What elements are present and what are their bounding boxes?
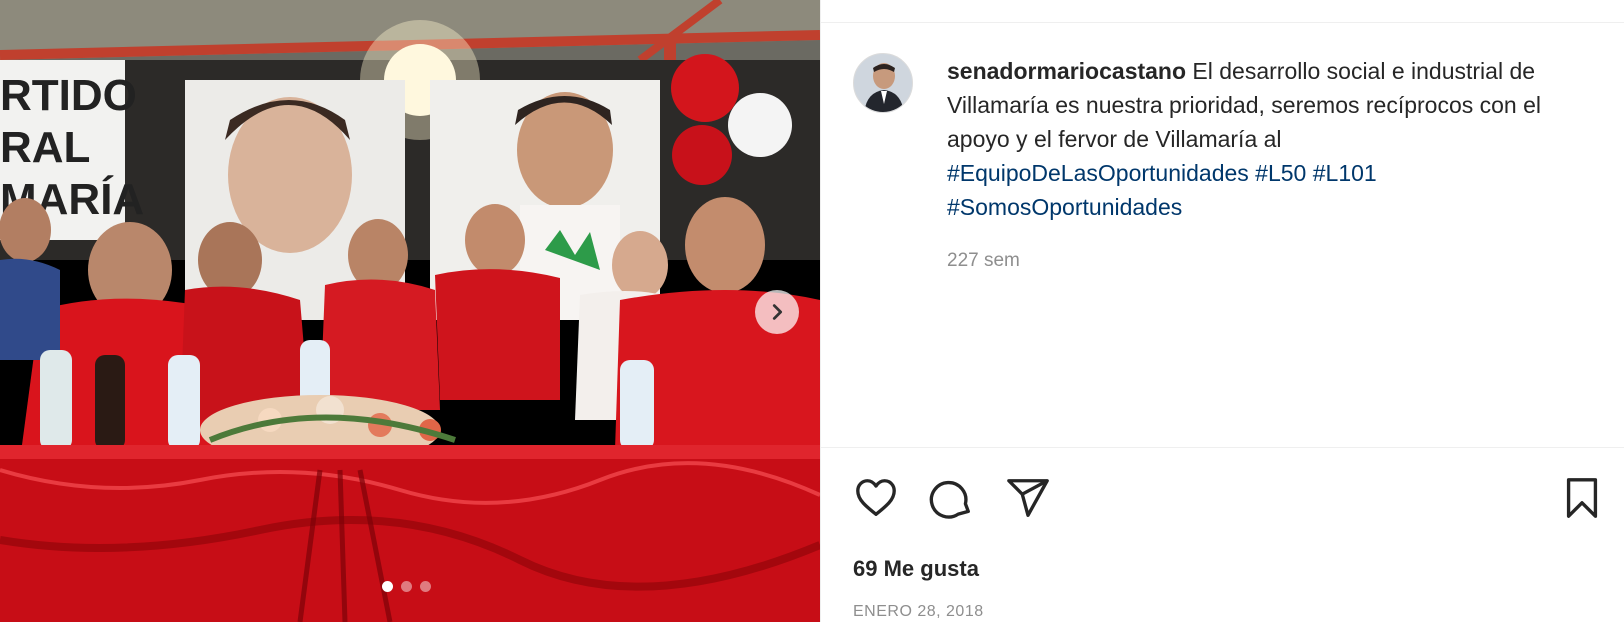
slide-dot-1 [382,581,393,592]
post-media[interactable]: RTIDO RAL MARÍA [0,0,820,622]
chevron-right-icon [772,304,783,320]
post-photo: RTIDO RAL MARÍA [0,0,820,622]
likes-count[interactable]: 69 Me gusta [853,556,979,582]
hashtag-link[interactable]: #EquipoDeLasOportunidades [947,160,1249,186]
hashtag-link[interactable]: #L101 [1313,160,1377,186]
action-bar [853,475,1051,521]
avatar-image [854,54,912,112]
banner-text-2: RAL [0,123,90,172]
paper-plane-icon[interactable] [1005,475,1051,521]
hashtag-link[interactable]: #SomosOportunidades [947,194,1182,220]
slide-dot-2 [401,581,412,592]
banner-text-1: RTIDO [0,71,137,120]
comment-icon[interactable] [929,475,975,521]
avatar[interactable] [853,53,913,113]
heart-icon[interactable] [853,475,899,521]
post-info-panel: senadormariocastano El desarrollo social… [820,0,1624,622]
next-slide-button[interactable] [755,290,799,334]
username-link[interactable]: senadormariocastano [947,58,1186,84]
slide-indicator [382,581,431,592]
hashtag-link[interactable]: #L50 [1255,160,1306,186]
post-date: ENERO 28, 2018 [853,603,984,620]
post-time-ago[interactable]: 227 sem [947,250,1020,272]
actions-divider [821,447,1624,448]
top-divider [821,22,1624,23]
slide-dot-3 [420,581,431,592]
post-caption: senadormariocastano El desarrollo social… [947,54,1587,224]
bookmark-icon[interactable] [1559,475,1605,521]
